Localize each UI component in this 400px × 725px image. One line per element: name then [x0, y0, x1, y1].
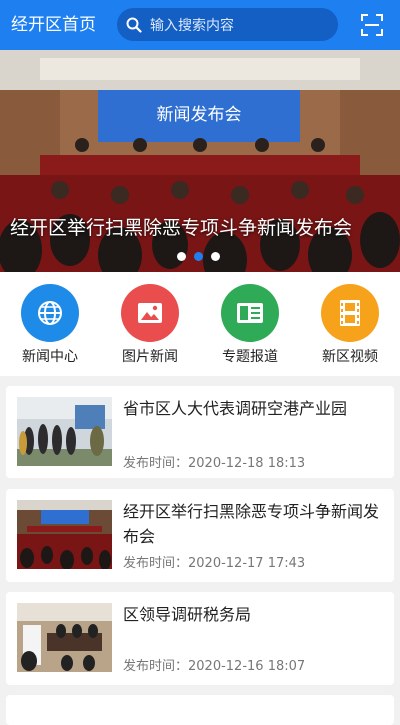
nav-news-center[interactable]: 新闻中心	[0, 284, 100, 370]
book-icon	[221, 284, 279, 342]
nav-label: 专题报道	[222, 349, 278, 365]
nav-district-video[interactable]: 新区视频	[300, 284, 400, 370]
news-item[interactable]: 区领导调研税务局 发布时间：2020-12-16 18:07	[6, 592, 394, 685]
carousel-dot-active[interactable]	[194, 252, 203, 261]
news-meta: 发布时间：2020-12-17 17:43	[123, 552, 305, 571]
news-title: 省市区人大代表调研空港产业园	[123, 399, 348, 418]
news-thumbnail	[17, 397, 112, 466]
nav-photo-news[interactable]: 图片新闻	[100, 284, 200, 370]
publish-time-label: 发布时间：	[123, 456, 189, 471]
search-input[interactable]	[148, 8, 332, 43]
nav-label: 图片新闻	[122, 349, 178, 365]
banner-caption: 经开区举行扫黑除恶专项斗争新闻发布会	[10, 217, 353, 239]
news-title: 区领导调研税务局	[123, 605, 252, 624]
banner-screen-text: 新闻发布会	[157, 105, 242, 125]
news-item[interactable]: 经开区举行扫黑除恶专项斗争新闻发布会 发布时间：2020-12-17 17:43	[6, 489, 394, 582]
publish-time-label: 发布时间：	[123, 659, 189, 674]
search-bar[interactable]	[117, 8, 338, 43]
publish-time: 2020-12-17 17:43	[188, 556, 306, 571]
news-meta: 发布时间：2020-12-16 18:07	[123, 655, 305, 674]
film-icon	[321, 284, 379, 342]
scan-icon[interactable]	[360, 13, 384, 37]
news-item-partial[interactable]	[6, 695, 394, 725]
quick-nav: 新闻中心 图片新闻 专题报道 新区视频	[0, 272, 400, 376]
news-item[interactable]: 省市区人大代表调研空港产业园 发布时间：2020-12-18 18:13	[6, 386, 394, 478]
nav-label: 新区视频	[322, 349, 378, 365]
page-title: 经开区首页	[11, 15, 96, 35]
carousel-dots	[177, 252, 220, 261]
nav-label: 新闻中心	[22, 349, 78, 365]
news-thumbnail	[17, 603, 112, 672]
publish-time-label: 发布时间：	[123, 556, 189, 571]
globe-icon	[21, 284, 79, 342]
publish-time: 2020-12-16 18:07	[188, 659, 306, 674]
carousel-dot[interactable]	[177, 252, 186, 261]
app-header: 经开区首页	[0, 0, 400, 50]
nav-special-reports[interactable]: 专题报道	[200, 284, 300, 370]
publish-time: 2020-12-18 18:13	[188, 456, 306, 471]
news-thumbnail	[17, 500, 112, 569]
banner-carousel[interactable]: 新闻发布会 经开区举行扫黑除恶专项斗争新闻发布会	[0, 50, 400, 272]
carousel-dot[interactable]	[211, 252, 220, 261]
search-icon	[126, 17, 142, 33]
news-meta: 发布时间：2020-12-18 18:13	[123, 452, 305, 471]
news-title: 经开区举行扫黑除恶专项斗争新闻发布会	[123, 502, 380, 546]
image-icon	[121, 284, 179, 342]
